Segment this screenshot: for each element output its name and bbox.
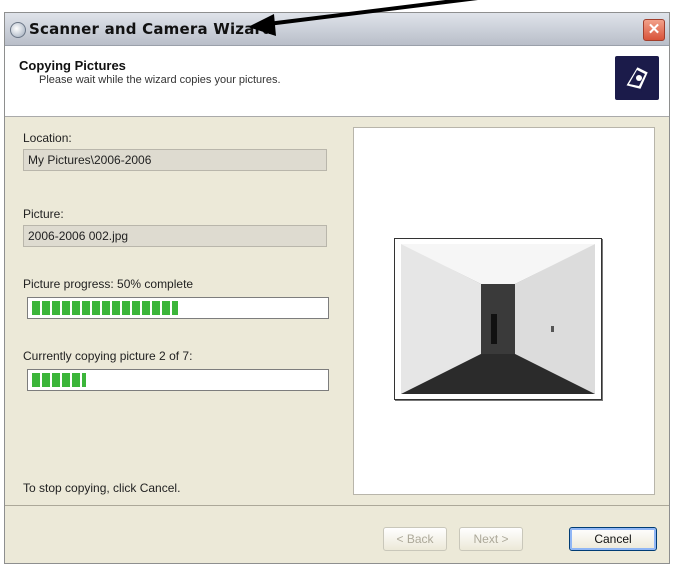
copy-progress-bar [27,369,329,391]
picture-field: 2006-2006 002.jpg [23,225,327,247]
footer-divider [5,505,669,506]
location-field: My Pictures\2006-2006 [23,149,327,171]
copy-progress-label: Currently copying picture 2 of 7: [23,349,193,363]
thumbnail-image [401,244,595,394]
preview-pane [353,127,655,495]
page-title: Copying Pictures [19,58,126,73]
stop-hint: To stop copying, click Cancel. [23,481,181,495]
picture-progress-bar [27,297,329,319]
picture-progress-label: Picture progress: 50% complete [23,277,194,291]
scanner-camera-icon [615,56,659,100]
window-title: Scanner and Camera Wizard [29,20,274,38]
cancel-button[interactable]: Cancel [569,527,657,551]
picture-thumbnail [394,238,602,400]
picture-progress-fill [32,301,178,315]
back-button[interactable]: < Back [383,527,447,551]
picture-label: Picture: [23,207,64,221]
page-subtitle: Please wait while the wizard copies your… [39,74,281,86]
location-label: Location: [23,131,72,145]
next-button[interactable]: Next > [459,527,523,551]
camera-icon [10,22,26,38]
wizard-window: Scanner and Camera Wizard ✕ Copying Pict… [4,12,670,564]
copy-progress-fill [32,373,86,387]
wizard-header: Copying Pictures Please wait while the w… [5,46,669,117]
annotation-arrow-icon [248,0,478,36]
close-icon[interactable]: ✕ [643,19,665,41]
